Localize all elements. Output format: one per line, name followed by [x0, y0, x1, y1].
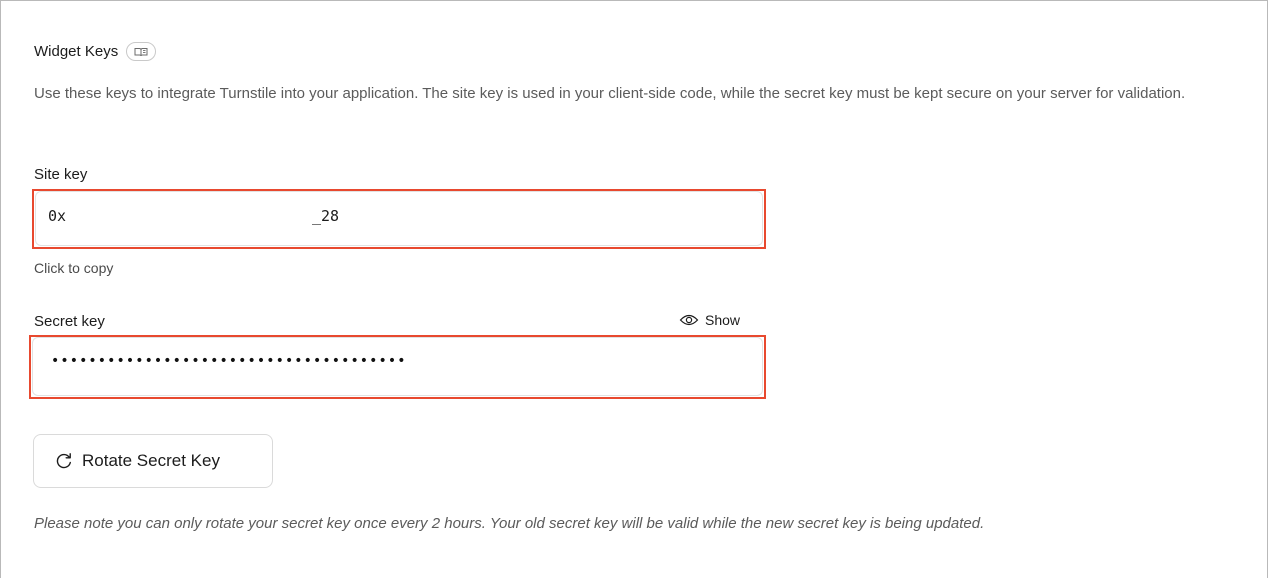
site-key-value-end: _28	[312, 207, 340, 225]
rotate-button-label: Rotate Secret Key	[82, 451, 220, 470]
site-key-field[interactable]: 0x _28	[35, 191, 763, 246]
widget-keys-heading: Widget Keys	[34, 43, 119, 60]
site-key-value-start: 0x	[48, 207, 67, 225]
show-secret-label: Show	[705, 312, 741, 328]
widget-keys-description: Use these keys to integrate Turnstile in…	[34, 85, 1186, 102]
rotate-note: Please note you can only rotate your sec…	[34, 515, 985, 532]
widget-keys-panel: Widget Keys Use these keys to integrate …	[0, 0, 1268, 578]
site-key-helper: Click to copy	[34, 260, 114, 276]
book-icon	[134, 47, 148, 56]
show-secret-button[interactable]: Show	[679, 312, 740, 328]
docs-link[interactable]	[126, 42, 157, 61]
secret-key-masked-value: ••••••••••••••••••••••••••••••••••••••	[51, 353, 407, 369]
widget-keys-header: Widget Keys	[34, 42, 157, 61]
site-key-label: Site key	[34, 166, 88, 183]
rotate-secret-key-button[interactable]: Rotate Secret Key	[33, 434, 273, 488]
eye-icon	[679, 314, 699, 326]
secret-key-label: Secret key	[34, 313, 105, 330]
refresh-icon	[56, 453, 71, 469]
